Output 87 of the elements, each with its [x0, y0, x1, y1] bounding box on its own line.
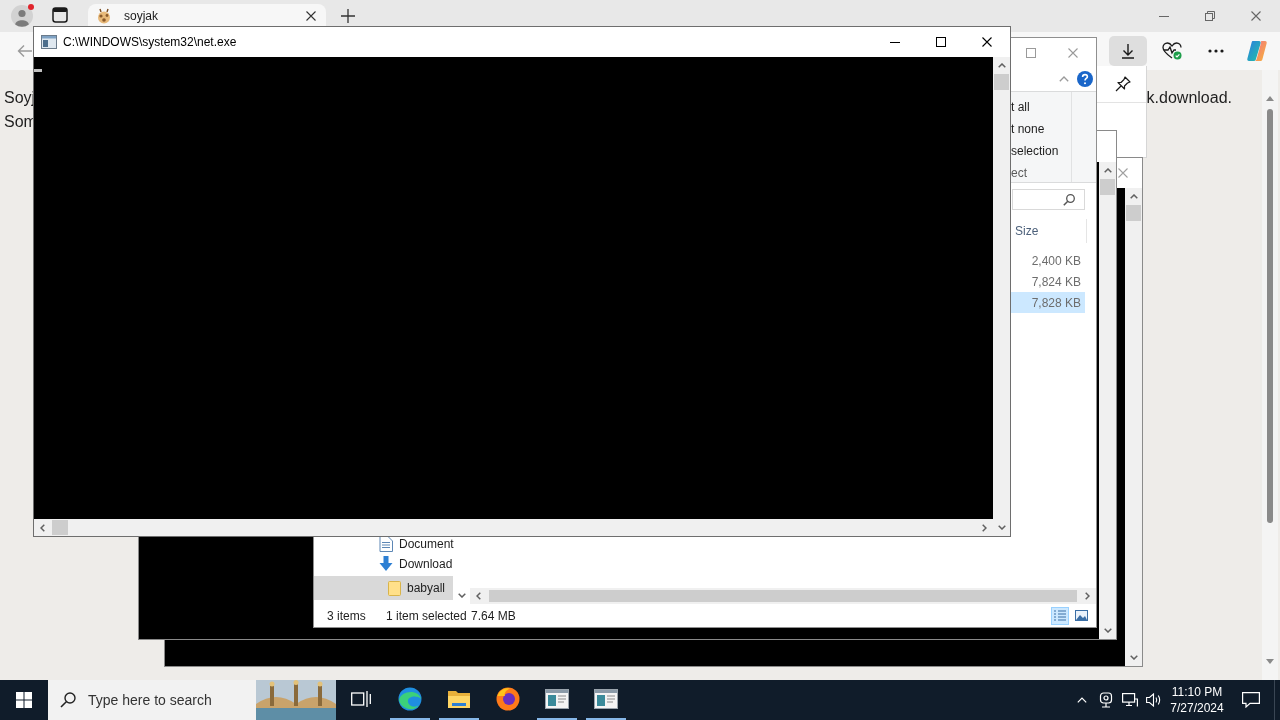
- pin-icon: [1114, 76, 1131, 92]
- network-icon: [1122, 693, 1138, 707]
- help-icon: [1077, 71, 1093, 87]
- triangle-up-icon: [1266, 96, 1274, 101]
- ribbon-command[interactable]: t none: [1011, 118, 1071, 140]
- caret-left-icon: [40, 523, 45, 532]
- minimize-icon: [890, 41, 900, 43]
- file-row[interactable]: 7,824 KB: [1011, 271, 1085, 292]
- console-icon: [41, 35, 57, 49]
- search-field[interactable]: [1012, 189, 1085, 210]
- window-app-icon: [544, 689, 569, 709]
- person-icon: [11, 5, 33, 27]
- browser-tab[interactable]: soyjak: [88, 4, 326, 26]
- file-row[interactable]: 7,828 KB: [1011, 292, 1085, 313]
- nav-item[interactable]: babyall: [314, 576, 453, 600]
- caret-up-icon: [997, 63, 1006, 68]
- details-view-icon: [1054, 610, 1066, 621]
- caret-right-icon: [982, 523, 987, 532]
- view-button[interactable]: [1051, 606, 1069, 625]
- text-cursor: [34, 69, 42, 72]
- caret-down-icon: [1103, 628, 1112, 633]
- fox-logo-icon: [495, 687, 520, 711]
- folder-icon: [388, 580, 401, 596]
- more-icon: [1208, 49, 1224, 53]
- help-button[interactable]: [1077, 71, 1093, 87]
- close-icon: [306, 11, 316, 21]
- search-icon: [1063, 193, 1075, 206]
- task-view-icon: [350, 690, 371, 708]
- file-row[interactable]: 2,400 KB: [1011, 250, 1085, 271]
- scrollbar-thumb[interactable]: [489, 590, 1077, 602]
- windows-logo-icon: [16, 692, 32, 708]
- clock-time: 11:10 PM: [1171, 684, 1223, 700]
- triangle-down-icon: [1266, 659, 1274, 664]
- restore-icon: [1205, 11, 1215, 21]
- close-icon: [1251, 11, 1261, 21]
- plus-icon: [341, 9, 355, 23]
- wave-logo-icon: [397, 687, 422, 711]
- scrollbar-thumb[interactable]: [994, 74, 1009, 90]
- minimize-icon: [1159, 15, 1169, 17]
- caret-down-icon: [457, 593, 466, 598]
- folder-icon: [446, 689, 471, 709]
- ribbon-group-label: ect: [1011, 165, 1028, 182]
- caret-up-icon: [1129, 194, 1138, 199]
- search-field[interactable]: Type here to search: [88, 680, 256, 720]
- ribbon-command[interactable]: t all: [1011, 96, 1071, 118]
- collapse-ribbon-button[interactable]: [1059, 76, 1069, 82]
- scrollbar-thumb[interactable]: [1267, 109, 1273, 523]
- scrollbar-thumb[interactable]: [1126, 205, 1141, 221]
- scrollbar-thumb[interactable]: [52, 520, 68, 535]
- caret-up-icon: [1059, 76, 1069, 82]
- maximize-icon: [936, 37, 946, 47]
- window-icon: [52, 7, 68, 23]
- maximize-icon: [1025, 47, 1036, 58]
- picture-view-icon: [1074, 610, 1088, 621]
- close-icon: [1068, 47, 1078, 58]
- close-icon: [1118, 168, 1128, 178]
- scroll-up-button[interactable]: [1266, 96, 1274, 101]
- window-app-icon: [593, 689, 618, 709]
- chevron-up-icon: [1077, 697, 1087, 703]
- scroll-down-button[interactable]: [1266, 659, 1274, 664]
- close-icon: [982, 37, 992, 47]
- heart-pulse-icon: [1162, 42, 1182, 60]
- speech-bubble-icon: [1242, 692, 1260, 708]
- download-arrow-icon: [379, 556, 393, 572]
- clock-date: 7/27/2024: [1170, 700, 1224, 716]
- nav-item[interactable]: Download: [314, 552, 453, 576]
- search-icon: [60, 692, 76, 708]
- speaker-icon: [1146, 693, 1162, 707]
- giraffe-icon: [96, 8, 112, 24]
- camera-icon: [1099, 692, 1113, 708]
- caret-up-icon: [1103, 168, 1112, 173]
- downloads-button[interactable]: [1109, 36, 1147, 66]
- selection-text: 1 item selected: [386, 607, 468, 625]
- caret-down-icon: [997, 525, 1006, 530]
- download-icon: [1121, 43, 1135, 59]
- arrow-left-icon: [17, 44, 33, 58]
- selection-size-text: 7.64 MB: [471, 607, 516, 625]
- ribbon-command[interactable]: selection: [1011, 140, 1071, 162]
- window-title: C:\WINDOWS\system32\net.exe: [63, 34, 237, 51]
- caret-down-icon: [1129, 655, 1138, 660]
- scrollbar-thumb[interactable]: [1100, 179, 1115, 195]
- item-count-text: 3 items: [327, 607, 367, 625]
- caret-right-icon: [1085, 592, 1090, 600]
- caret-left-icon: [476, 592, 481, 600]
- page-text: k.download.: [1146, 88, 1232, 108]
- gradient-logo-icon: [1246, 40, 1268, 62]
- search-box[interactable]: Type here to search: [48, 680, 336, 720]
